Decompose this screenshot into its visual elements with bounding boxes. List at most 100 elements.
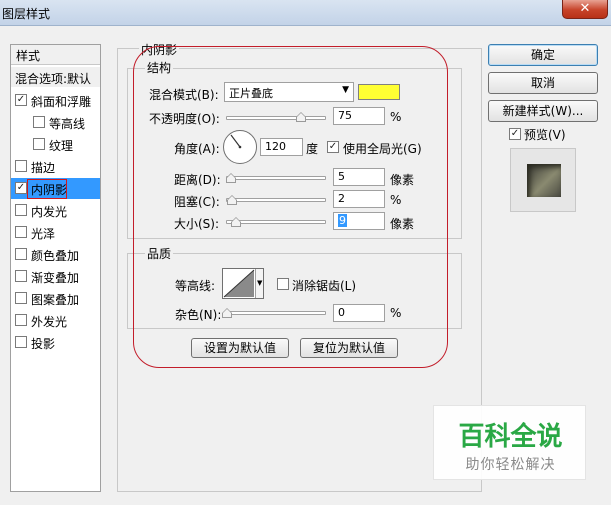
watermark-subtitle: 助你轻松解决 xyxy=(465,457,556,473)
use-global-light-label: 使用全局光(G) xyxy=(343,142,422,156)
use-global-light-checkbox[interactable]: ✓ xyxy=(327,141,339,153)
choke-value: 2 xyxy=(338,192,345,205)
style-item-checkbox[interactable] xyxy=(15,314,27,326)
blend-options-item[interactable]: 混合选项:默认 xyxy=(11,67,100,87)
contour-dropdown-button[interactable]: ▼ xyxy=(255,269,263,298)
style-item-label: 光泽 xyxy=(31,227,56,241)
style-item-checkbox[interactable]: ✓ xyxy=(15,94,27,106)
panel-title: 内阴影 xyxy=(139,41,180,58)
noise-unit: % xyxy=(390,306,402,320)
style-item-label: 投影 xyxy=(31,337,56,351)
style-item[interactable]: 描边 xyxy=(11,156,100,177)
angle-label: 角度(A): xyxy=(174,142,220,156)
set-default-button[interactable]: 设置为默认值 xyxy=(191,338,289,358)
noise-value: 0 xyxy=(338,306,345,319)
style-item[interactable]: ✓ 斜面和浮雕 xyxy=(11,90,100,111)
size-slider[interactable] xyxy=(226,220,326,224)
style-list-header: 样式 xyxy=(11,45,100,65)
choke-unit: % xyxy=(390,193,402,207)
watermark-title: 百科全说 xyxy=(458,422,563,452)
style-item-checkbox[interactable] xyxy=(33,116,45,128)
size-value: 9 xyxy=(338,214,347,227)
close-icon: ✕ xyxy=(579,1,591,16)
chevron-down-icon: ▼ xyxy=(257,279,263,287)
ok-button[interactable]: 确定 xyxy=(488,44,598,66)
preview-swatch xyxy=(527,164,561,197)
chevron-down-icon: ▼ xyxy=(342,85,349,95)
structure-title: 结构 xyxy=(145,59,174,76)
style-item-checkbox[interactable] xyxy=(15,226,27,238)
title-bar: 图层样式 ✕ xyxy=(0,0,611,26)
size-input[interactable]: 9 xyxy=(333,212,385,230)
size-unit: 像素 xyxy=(390,217,415,231)
style-item-label: 颜色叠加 xyxy=(31,249,80,263)
style-item-checkbox[interactable] xyxy=(15,336,27,348)
style-item[interactable]: 纹理 xyxy=(11,134,100,155)
style-item-label: 描边 xyxy=(31,161,56,175)
style-item-label: 等高线 xyxy=(49,117,86,131)
style-item-checkbox[interactable] xyxy=(15,248,27,260)
blend-mode-value: 正片叠底 xyxy=(229,87,273,100)
opacity-slider[interactable] xyxy=(226,116,326,120)
style-item-checkbox[interactable] xyxy=(15,160,27,172)
choke-label: 阻塞(C): xyxy=(174,195,220,209)
size-label: 大小(S): xyxy=(174,217,220,231)
contour-curve-icon xyxy=(223,269,255,298)
style-item[interactable]: 投影 xyxy=(11,332,100,353)
anti-alias-checkbox[interactable] xyxy=(277,278,289,290)
angle-dial[interactable] xyxy=(223,130,257,164)
angle-unit: 度 xyxy=(306,142,319,156)
style-item[interactable]: 内发光 xyxy=(11,200,100,221)
choke-input[interactable]: 2 xyxy=(333,190,385,208)
style-list: 样式 混合选项:默认 ✓ 斜面和浮雕 等高线 纹理 描边 ✓ 内阴影 内发光 光泽 颜色叠加 渐变叠… xyxy=(10,44,101,492)
inner-shadow-highlight-box xyxy=(27,179,67,199)
distance-slider[interactable] xyxy=(226,176,326,180)
style-item[interactable]: 渐变叠加 xyxy=(11,266,100,287)
distance-label: 距离(D): xyxy=(174,173,221,187)
style-item[interactable]: 外发光 xyxy=(11,310,100,331)
close-button[interactable]: ✕ xyxy=(562,0,608,19)
anti-alias-label: 消除锯齿(L) xyxy=(292,279,357,293)
contour-picker[interactable]: ▼ xyxy=(222,268,264,299)
style-item-label: 图案叠加 xyxy=(31,293,80,307)
cancel-button[interactable]: 取消 xyxy=(488,72,598,94)
style-item-label: 渐变叠加 xyxy=(31,271,80,285)
choke-slider[interactable] xyxy=(226,198,326,202)
style-item-checkbox[interactable] xyxy=(15,204,27,216)
style-item-checkbox[interactable] xyxy=(15,292,27,304)
noise-input[interactable]: 0 xyxy=(333,304,385,322)
distance-unit: 像素 xyxy=(390,173,415,187)
contour-label: 等高线: xyxy=(175,279,216,293)
reset-default-button[interactable]: 复位为默认值 xyxy=(300,338,398,358)
style-item-label: 内发光 xyxy=(31,205,68,219)
noise-slider[interactable] xyxy=(226,311,326,315)
style-item[interactable]: 等高线 xyxy=(11,112,100,133)
opacity-unit: % xyxy=(390,110,402,124)
angle-value: 120 xyxy=(265,140,286,153)
preview-checkbox[interactable]: ✓ xyxy=(509,128,521,140)
style-item[interactable]: 颜色叠加 xyxy=(11,244,100,265)
style-item-label: 纹理 xyxy=(49,139,74,153)
style-item-label: 斜面和浮雕 xyxy=(31,95,92,109)
watermark: 百科全说 助你轻松解决 xyxy=(433,405,586,480)
preview-label: 预览(V) xyxy=(524,128,566,142)
distance-input[interactable]: 5 xyxy=(333,168,385,186)
new-style-button[interactable]: 新建样式(W)... xyxy=(488,100,598,122)
noise-label: 杂色(N): xyxy=(175,308,222,322)
style-item-checkbox[interactable] xyxy=(15,270,27,282)
blend-mode-select[interactable]: 正片叠底 ▼ xyxy=(224,82,354,102)
window-title: 图层样式 xyxy=(2,7,51,21)
style-item-label: 外发光 xyxy=(31,315,68,329)
style-item[interactable]: 光泽 xyxy=(11,222,100,243)
angle-input[interactable]: 120 xyxy=(260,138,303,156)
opacity-input[interactable]: 75 xyxy=(333,107,385,125)
quality-title: 品质 xyxy=(145,245,174,262)
shadow-color-swatch[interactable] xyxy=(358,84,400,100)
distance-value: 5 xyxy=(338,170,345,183)
style-item-checkbox[interactable]: ✓ xyxy=(15,182,27,194)
preview-frame xyxy=(510,148,576,212)
opacity-label: 不透明度(O): xyxy=(149,112,220,126)
style-item-checkbox[interactable] xyxy=(33,138,45,150)
opacity-value: 75 xyxy=(338,109,352,122)
style-item[interactable]: 图案叠加 xyxy=(11,288,100,309)
